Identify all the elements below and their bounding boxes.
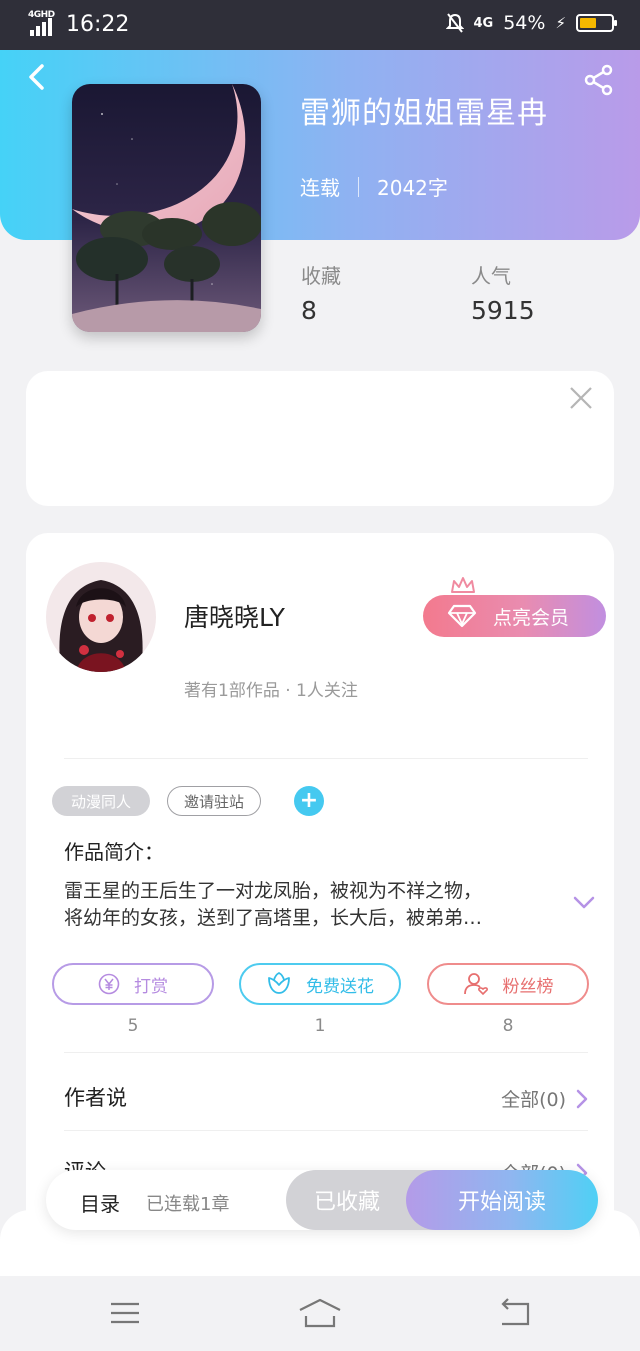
chevron-down-icon[interactable]	[572, 895, 596, 911]
banner-card	[26, 371, 614, 506]
divider	[64, 1130, 588, 1131]
invite-tag[interactable]: 邀请驻站	[167, 786, 261, 816]
author-avatar[interactable]	[46, 562, 156, 672]
popularity-label: 人气	[471, 264, 511, 288]
author-stats: 著有1部作品 · 1人关注	[184, 681, 358, 701]
author-says-label: 作者说	[64, 1086, 127, 1110]
reward-count: 5	[127, 1016, 139, 1036]
share-icon[interactable]	[584, 64, 614, 96]
fans-count: 8	[502, 1016, 514, 1036]
book-title: 雷狮的姐姐雷星冉	[300, 96, 548, 131]
send-flower-label: 免费送花	[306, 976, 374, 997]
serial-status: 连载	[300, 176, 340, 200]
intro-title: 作品简介：	[64, 840, 164, 864]
status-bar: 4GHD 16:22 4G 54% ⚡	[0, 0, 640, 50]
fans-icon	[463, 973, 488, 996]
close-icon[interactable]	[568, 385, 594, 411]
book-cover[interactable]	[72, 84, 261, 332]
menu-icon[interactable]	[108, 1296, 142, 1330]
divider	[64, 758, 588, 759]
reward-button[interactable]: 打赏	[52, 963, 214, 1005]
chevron-right-icon	[576, 1089, 588, 1108]
fan-ranking-label: 粉丝榜	[502, 976, 554, 997]
collected-label: 已收藏	[314, 1190, 381, 1215]
intro-text[interactable]: 雷王星的王后生了一对龙凤胎，被视为不祥之物， 将幼年的女孩，送到了高塔里，长大后…	[64, 878, 554, 932]
crown-icon	[451, 577, 475, 593]
start-reading-button[interactable]: 开始阅读	[406, 1170, 598, 1230]
flower-icon	[268, 972, 290, 994]
battery-percent: 54%	[503, 12, 546, 34]
add-tag-button[interactable]: +	[294, 786, 324, 816]
start-reading-label: 开始阅读	[457, 1190, 546, 1215]
intro-line: 将幼年的女孩，送到了高塔里，长大后，被弟弟…	[64, 907, 483, 929]
mute-icon	[445, 13, 464, 33]
signal-icon: 4GHD	[28, 10, 60, 38]
favorites-label: 收藏	[301, 264, 341, 288]
meta-divider	[358, 176, 359, 197]
favorites-count: 8	[301, 296, 317, 325]
flower-count: 1	[314, 1016, 326, 1036]
network-type: 4G	[473, 15, 494, 31]
category-tag[interactable]: 动漫同人	[52, 786, 150, 816]
status-time: 16:22	[66, 12, 130, 37]
author-name[interactable]: 唐晓晓LY	[184, 598, 285, 634]
charging-icon: ⚡	[555, 14, 566, 32]
book-meta: 连载 2042字	[300, 172, 448, 201]
author-says-all-link[interactable]: 全部(0)	[501, 1085, 588, 1112]
vip-label: 点亮会员	[493, 606, 570, 629]
vip-button[interactable]: 点亮会员	[423, 595, 606, 637]
toc-button[interactable]: 目录	[80, 1188, 120, 1217]
divider	[64, 1052, 588, 1053]
reward-label: 打赏	[134, 976, 168, 997]
back-nav-icon[interactable]	[498, 1296, 532, 1330]
word-count: 2042字	[377, 176, 448, 200]
chapter-status: 已连载1章	[146, 1194, 230, 1215]
popularity-count: 5915	[471, 296, 535, 325]
back-icon[interactable]	[22, 62, 52, 92]
home-icon[interactable]	[298, 1296, 342, 1330]
fan-ranking-button[interactable]: 粉丝榜	[427, 963, 589, 1005]
author-says-count: 全部(0)	[501, 1089, 566, 1111]
intro-line: 雷王星的王后生了一对龙凤胎，被视为不祥之物，	[64, 880, 483, 902]
send-flower-button[interactable]: 免费送花	[239, 963, 401, 1005]
yen-icon	[98, 973, 120, 995]
battery-icon	[576, 14, 617, 32]
diamond-icon	[447, 604, 477, 628]
